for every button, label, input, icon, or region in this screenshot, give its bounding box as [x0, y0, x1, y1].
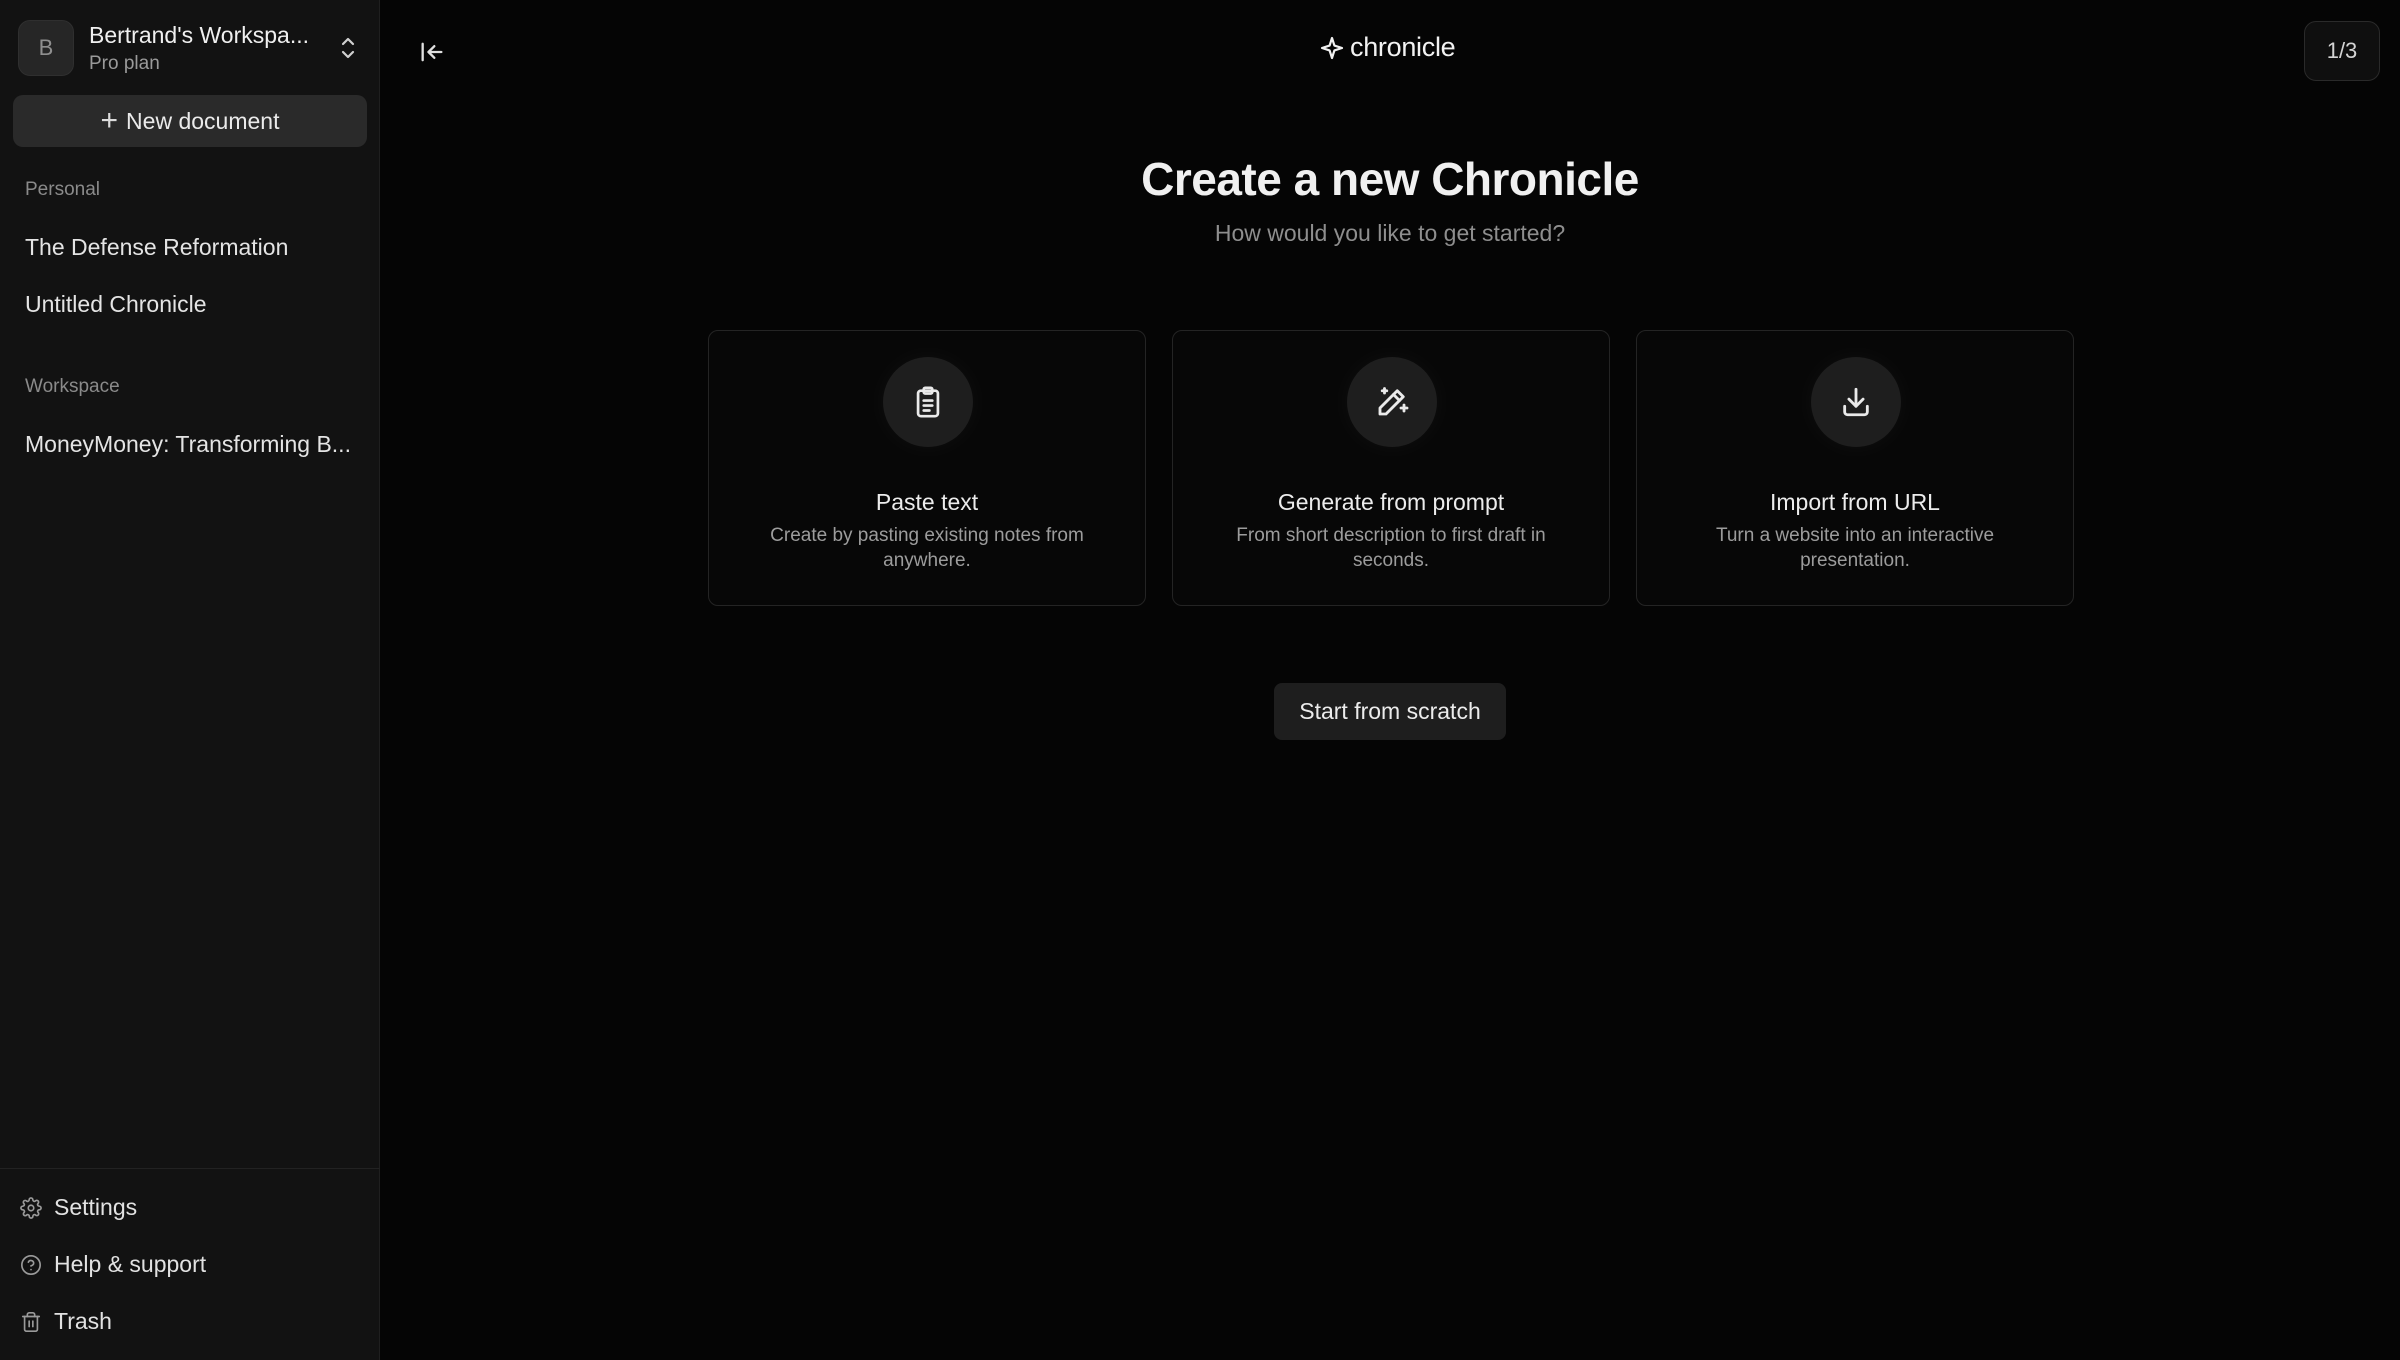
clipboard-icon: [883, 357, 973, 447]
workspace-info: Bertrand's Workspa... Pro plan: [89, 21, 334, 76]
brand-logo: chronicle: [1320, 32, 1456, 63]
new-document-label: New document: [126, 107, 280, 134]
option-title: Import from URL: [1770, 489, 1940, 515]
section-label-personal: Personal: [25, 179, 100, 200]
option-description: Turn a website into an interactive prese…: [1715, 525, 1995, 572]
chevron-up-down-icon: [334, 32, 362, 64]
sidebar-item-defense-reformation[interactable]: The Defense Reformation: [25, 234, 365, 261]
help-support-label: Help & support: [54, 1251, 207, 1277]
avatar: B: [18, 20, 74, 76]
gear-icon: [20, 1196, 42, 1219]
page-title: Create a new Chronicle: [1141, 153, 1639, 205]
trash-icon: [21, 1311, 41, 1332]
page-subtitle: How would you like to get started?: [1214, 220, 1566, 246]
settings-button[interactable]: Settings: [20, 1194, 137, 1221]
page-counter[interactable]: 1/3: [2304, 21, 2380, 81]
plus-icon: +: [100, 104, 119, 137]
sparkle-icon: [1320, 36, 1344, 59]
collapse-sidebar-button[interactable]: [410, 32, 454, 72]
workspace-plan: Pro plan: [89, 53, 160, 75]
section-label-workspace: Workspace: [25, 376, 120, 397]
option-card-paste-text[interactable]: Paste text Create by pasting existing no…: [708, 330, 1146, 606]
option-title: Generate from prompt: [1277, 489, 1505, 515]
download-icon: [1811, 357, 1901, 447]
collapse-sidebar-icon: [421, 42, 443, 62]
option-card-generate-from-prompt[interactable]: Generate from prompt From short descript…: [1172, 330, 1610, 606]
workspace-switcher[interactable]: B Bertrand's Workspa... Pro plan: [18, 17, 362, 79]
option-card-import-from-url[interactable]: Import from URL Turn a website into an i…: [1636, 330, 2074, 606]
sidebar-item-moneymoney[interactable]: MoneyMoney: Transforming B...: [25, 431, 365, 458]
magic-wand-icon: [1347, 357, 1437, 447]
sidebar-item-untitled-chronicle[interactable]: Untitled Chronicle: [25, 291, 365, 318]
settings-label: Settings: [54, 1194, 138, 1220]
brand-name: chronicle: [1350, 32, 1456, 62]
start-from-scratch-button[interactable]: Start from scratch: [1274, 683, 1506, 740]
option-description: From short description to first draft in…: [1236, 525, 1546, 572]
sidebar: B Bertrand's Workspa... Pro plan + New d…: [0, 0, 380, 1360]
new-document-button[interactable]: + New document: [13, 95, 367, 147]
trash-label: Trash: [54, 1308, 112, 1334]
help-support-button[interactable]: Help & support: [20, 1251, 206, 1278]
option-description: Create by pasting existing notes from an…: [770, 525, 1084, 572]
workspace-name: Bertrand's Workspa...: [89, 21, 309, 48]
sidebar-footer: Settings Help & support Trash: [0, 1168, 380, 1360]
trash-button[interactable]: Trash: [20, 1308, 112, 1335]
option-title: Paste text: [875, 489, 979, 515]
help-circle-icon: [21, 1254, 41, 1275]
app-root: B Bertrand's Workspa... Pro plan + New d…: [0, 0, 2400, 1360]
